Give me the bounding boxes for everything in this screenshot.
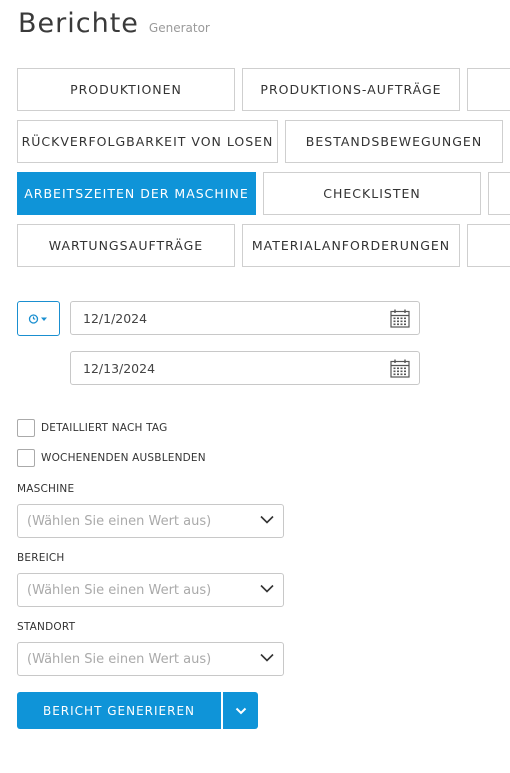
location-select-placeholder: (Wählen Sie einen Wert aus) (27, 651, 212, 667)
chevron-down-icon (260, 515, 274, 524)
start-date-input[interactable] (81, 309, 375, 327)
report-button-cut-off-1[interactable] (467, 68, 510, 111)
page-subtitle: Generator (148, 21, 210, 35)
report-button-arbeitszeiten-maschine[interactable]: ARBEITSZEITEN DER MASCHINE (17, 172, 256, 215)
page-title: Berichte (18, 8, 139, 39)
hide-weekends-checkbox[interactable] (17, 449, 35, 467)
page-header: Berichte Generator (18, 8, 210, 39)
reports-page: Berichte Generator PRODUKTIONEN PRODUKTI… (0, 0, 510, 773)
clock-icon (28, 313, 47, 324)
location-label: STANDORT (17, 621, 76, 633)
hide-weekends-option: WOCHENENDEN AUSBLENDEN (17, 449, 206, 467)
generate-report-button[interactable]: BERICHT GENERIEREN (17, 692, 221, 729)
report-button-bestandsbewegungen[interactable]: BESTANDSBEWEGUNGEN (285, 120, 503, 163)
start-date-field[interactable] (70, 301, 420, 335)
report-button-cut-off-2[interactable] (488, 172, 510, 215)
date-preset-button[interactable] (17, 301, 60, 336)
daily-detail-option: DETAILLIERT NACH TAG (17, 419, 167, 437)
report-button-checklisten[interactable]: CHECKLISTEN (263, 172, 481, 215)
end-date-field[interactable] (70, 351, 420, 385)
end-date-input[interactable] (81, 359, 375, 377)
calendar-icon[interactable] (390, 309, 410, 328)
daily-detail-label: DETAILLIERT NACH TAG (41, 422, 168, 434)
machine-label: MASCHINE (17, 483, 75, 495)
report-button-cut-off-3[interactable] (467, 224, 510, 267)
chevron-down-icon (260, 584, 274, 593)
report-button-produktions-auftraege[interactable]: PRODUKTIONS-AUFTRÄGE (242, 68, 460, 111)
chevron-down-icon (235, 707, 246, 714)
chevron-down-icon (260, 653, 274, 662)
area-select[interactable]: (Wählen Sie einen Wert aus) (17, 573, 284, 607)
caret-down-icon (40, 317, 47, 321)
area-label: BEREICH (17, 552, 65, 564)
report-button-rueckverfolgbarkeit[interactable]: RÜCKVERFOLGBARKEIT VON LOSEN (17, 120, 278, 163)
report-button-wartungsauftraege[interactable]: WARTUNGSAUFTRÄGE (17, 224, 235, 267)
hide-weekends-label: WOCHENENDEN AUSBLENDEN (41, 452, 206, 464)
calendar-icon[interactable] (390, 359, 410, 378)
report-button-produktionen[interactable]: PRODUKTIONEN (17, 68, 235, 111)
machine-select[interactable]: (Wählen Sie einen Wert aus) (17, 504, 284, 538)
generate-options-button[interactable] (223, 692, 258, 729)
daily-detail-checkbox[interactable] (17, 419, 35, 437)
area-select-placeholder: (Wählen Sie einen Wert aus) (27, 582, 212, 598)
location-select[interactable]: (Wählen Sie einen Wert aus) (17, 642, 284, 676)
machine-select-placeholder: (Wählen Sie einen Wert aus) (27, 513, 212, 529)
report-button-materialanforderungen[interactable]: MATERIALANFORDERUNGEN (242, 224, 460, 267)
